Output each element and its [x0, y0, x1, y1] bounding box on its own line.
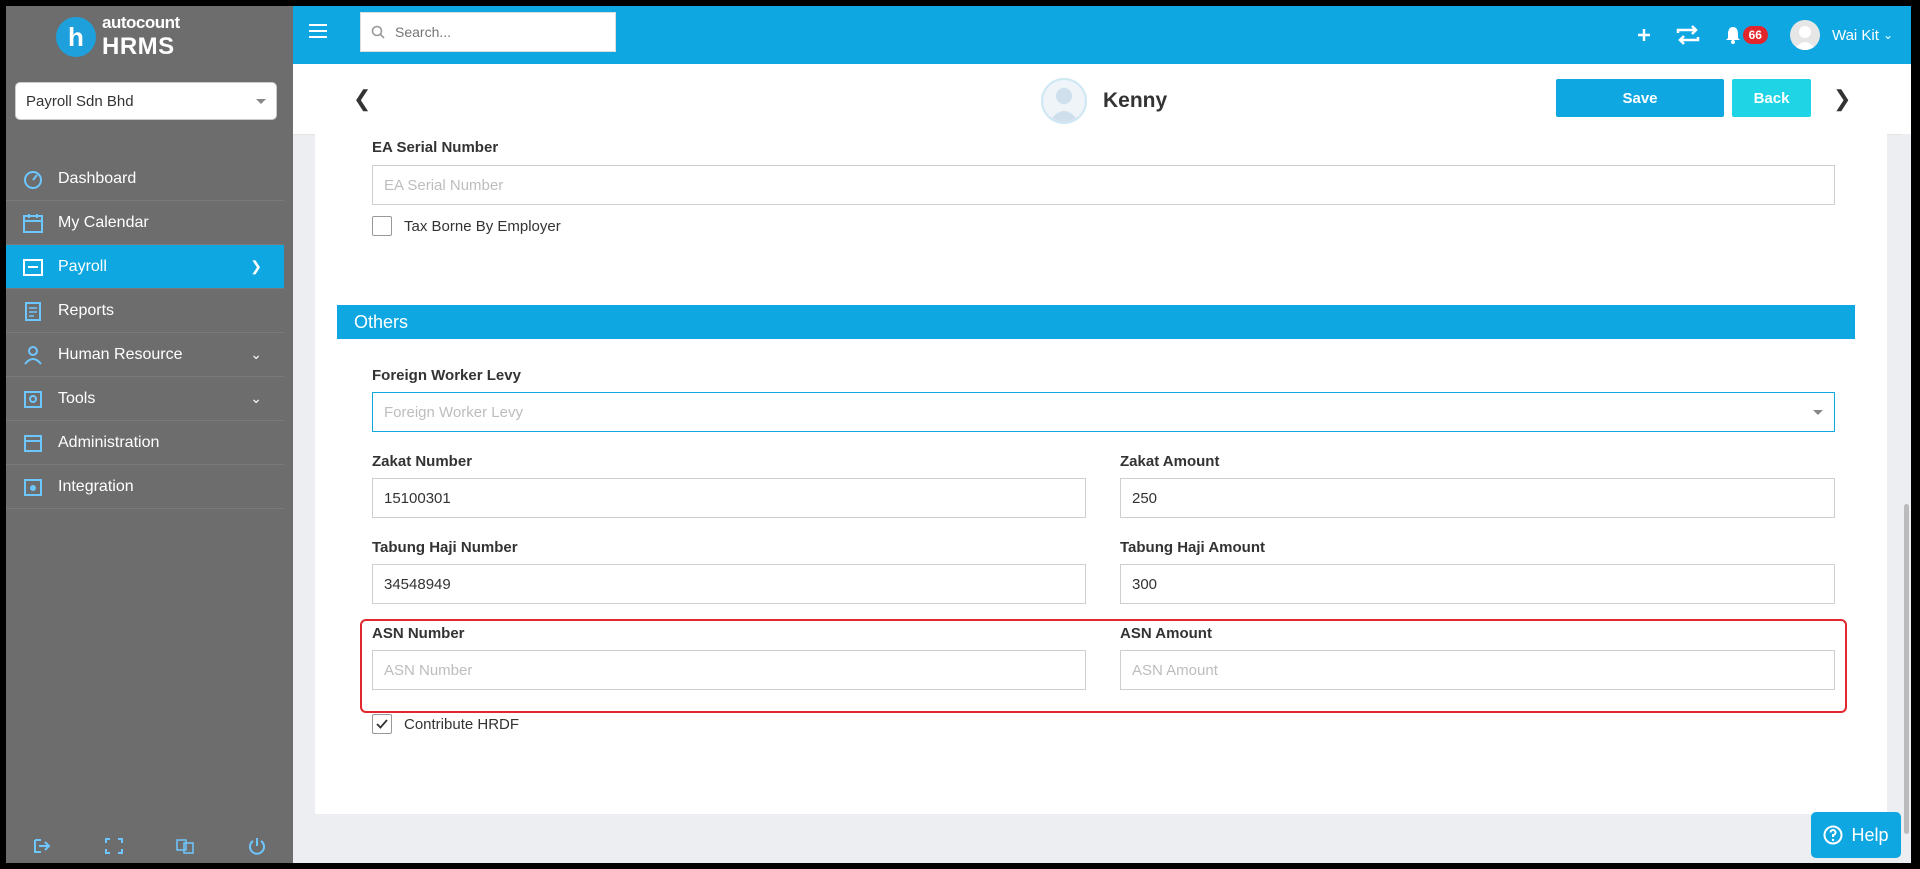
help-icon	[1823, 825, 1843, 845]
help-button[interactable]: Help	[1811, 812, 1901, 858]
human-resource-icon	[22, 345, 44, 365]
chevron-down-icon: ⌄	[250, 346, 262, 362]
previous-employee-button[interactable]: ❮	[353, 86, 371, 112]
power-icon[interactable]	[247, 837, 267, 855]
zakat-number-label: Zakat Number	[372, 453, 473, 470]
tools-icon	[22, 389, 44, 409]
dashboard-icon	[22, 169, 44, 189]
sidebar-item-tools[interactable]: Tools ⌄	[6, 377, 284, 421]
sidebar-item-label: Reports	[58, 301, 115, 319]
sidebar-item-label: Human Resource	[58, 345, 183, 363]
menu-toggle-icon[interactable]	[309, 24, 327, 38]
tabung-haji-amount-label: Tabung Haji Amount	[1120, 539, 1265, 556]
asn-number-field[interactable]: ASN Number	[372, 650, 1086, 690]
caret-down-icon	[1813, 409, 1823, 415]
brand-line2: HRMS	[102, 33, 175, 60]
bell-icon	[1725, 27, 1740, 44]
sidebar-item-my-calendar[interactable]: My Calendar	[6, 201, 284, 245]
foreign-levy-select[interactable]: Foreign Worker Levy	[372, 392, 1835, 432]
foreign-levy-placeholder: Foreign Worker Levy	[384, 403, 523, 421]
scrollbar-thumb[interactable]	[1904, 504, 1909, 834]
sidebar-item-label: Dashboard	[58, 169, 137, 187]
sidebar-item-label: Payroll	[58, 257, 107, 275]
chevron-down-icon: ⌄	[250, 390, 262, 406]
employee-name: Kenny	[1103, 89, 1168, 112]
help-label: Help	[1851, 824, 1889, 845]
tabung-haji-amount-field[interactable]: 300	[1120, 564, 1835, 604]
ea-serial-field[interactable]: EA Serial Number	[372, 165, 1835, 205]
tabung-haji-number-label: Tabung Haji Number	[372, 539, 518, 556]
contribute-hrdf-checkbox[interactable]	[372, 714, 392, 734]
language-icon[interactable]	[175, 837, 195, 855]
sidebar-item-payroll[interactable]: Payroll ❯	[6, 245, 284, 289]
user-menu[interactable]: Wai Kit ⌄	[1789, 20, 1893, 50]
asn-amount-label: ASN Amount	[1120, 625, 1212, 642]
company-selector[interactable]: Payroll Sdn Bhd	[15, 82, 277, 120]
asn-amount-field[interactable]: ASN Amount	[1120, 650, 1835, 690]
notifications-button[interactable]: 66	[1725, 26, 1768, 44]
search-box[interactable]	[360, 12, 616, 52]
administration-icon	[22, 433, 44, 453]
company-selector-value: Payroll Sdn Bhd	[26, 92, 134, 110]
employee-header: ❮ Kenny Save Back ❯	[293, 64, 1911, 135]
calendar-icon	[22, 213, 44, 233]
sidebar-item-integration[interactable]: Integration	[6, 465, 284, 509]
check-icon	[376, 719, 388, 729]
scrollbar[interactable]	[1902, 134, 1911, 863]
fullscreen-icon[interactable]	[104, 837, 124, 855]
contribute-hrdf-label: Contribute HRDF	[404, 716, 520, 733]
brand-line1: autocount	[102, 13, 180, 32]
asn-number-label: ASN Number	[372, 625, 465, 642]
avatar	[1789, 20, 1820, 50]
sidebar-footer	[6, 829, 293, 863]
sidebar-nav: Dashboard My Calendar Payroll ❯ Reports …	[6, 157, 284, 509]
logout-icon[interactable]	[32, 837, 52, 855]
save-button[interactable]: Save	[1556, 79, 1724, 117]
tax-borne-label: Tax Borne By Employer	[404, 218, 561, 235]
brand-logo[interactable]: h autocount HRMS	[56, 13, 180, 60]
payroll-icon	[22, 257, 44, 277]
sidebar-item-label: Administration	[58, 433, 160, 451]
employee-avatar	[1041, 78, 1087, 124]
user-name: Wai Kit	[1831, 26, 1879, 44]
sidebar-item-label: Integration	[58, 477, 134, 495]
foreign-levy-label: Foreign Worker Levy	[372, 367, 521, 384]
zakat-amount-label: Zakat Amount	[1120, 453, 1220, 470]
caret-down-icon	[256, 98, 266, 104]
reports-icon	[22, 301, 44, 321]
chevron-down-icon: ⌄	[1882, 28, 1893, 42]
brand-mark: h	[56, 17, 96, 57]
ea-serial-label: EA Serial Number	[372, 139, 499, 156]
sidebar-item-administration[interactable]: Administration	[6, 421, 284, 465]
search-icon	[371, 25, 385, 39]
top-bar: 66 Wai Kit ⌄	[293, 6, 1911, 64]
sidebar: h autocount HRMS Payroll Sdn Bhd Dashboa…	[6, 6, 293, 863]
zakat-amount-field[interactable]: 250	[1120, 478, 1835, 518]
sidebar-item-reports[interactable]: Reports	[6, 289, 284, 333]
plus-icon[interactable]	[1637, 28, 1651, 42]
search-input[interactable]	[393, 23, 597, 41]
tabung-haji-number-field[interactable]: 34548949	[372, 564, 1086, 604]
notification-count-badge: 66	[1742, 26, 1768, 44]
zakat-number-field[interactable]: 15100301	[372, 478, 1086, 518]
chevron-right-icon: ❯	[250, 258, 262, 274]
sidebar-item-label: My Calendar	[58, 213, 149, 231]
integration-icon	[22, 477, 44, 497]
sidebar-item-human-resource[interactable]: Human Resource ⌄	[6, 333, 284, 377]
sidebar-item-label: Tools	[58, 389, 96, 407]
section-header-others: Others	[337, 305, 1855, 339]
tax-borne-checkbox[interactable]	[372, 216, 392, 236]
sidebar-item-dashboard[interactable]: Dashboard	[6, 157, 284, 201]
employee-form-card: EA Serial Number EA Serial Number Tax Bo…	[315, 134, 1887, 814]
switch-icon[interactable]	[1675, 24, 1701, 46]
back-button[interactable]: Back	[1732, 79, 1811, 117]
next-employee-button[interactable]: ❯	[1833, 86, 1851, 112]
app-window: h autocount HRMS Payroll Sdn Bhd Dashboa…	[6, 6, 1911, 863]
